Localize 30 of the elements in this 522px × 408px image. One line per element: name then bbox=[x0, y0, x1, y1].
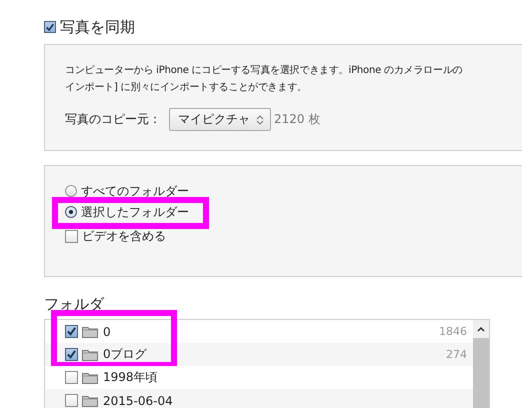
photo-count: 2120 枚 bbox=[274, 111, 320, 128]
folder-name: 1998年頃 bbox=[103, 369, 159, 386]
photo-count: 1846 bbox=[439, 325, 467, 338]
option-label: 選択したフォルダー bbox=[81, 204, 189, 220]
folder-checkbox[interactable] bbox=[65, 348, 78, 361]
folder-checkbox[interactable] bbox=[65, 371, 78, 384]
source-label: 写真のコピー元： bbox=[65, 111, 161, 128]
sync-label: 写真を同期 bbox=[60, 18, 135, 36]
option-label: すべてのフォルダー bbox=[81, 182, 189, 200]
scrollbar[interactable] bbox=[473, 320, 489, 408]
folder-checkbox[interactable] bbox=[65, 394, 78, 407]
source-dropdown[interactable]: マイピクチャ bbox=[169, 108, 271, 131]
folder-icon bbox=[82, 372, 98, 384]
photo-count: 274 bbox=[446, 348, 467, 361]
folder-icon bbox=[82, 394, 98, 406]
folder-icon bbox=[82, 326, 98, 338]
folder-icon bbox=[82, 348, 98, 360]
sync-checkbox[interactable] bbox=[44, 21, 56, 33]
folder-checkbox[interactable] bbox=[65, 325, 78, 338]
scroll-up-icon[interactable] bbox=[476, 325, 486, 333]
checkbox[interactable] bbox=[65, 230, 78, 242]
folder-name: 2015-06-04 bbox=[103, 394, 174, 408]
description-text: インポート] に別々にインポートすることができます。 bbox=[65, 81, 308, 95]
folder-name: 0 bbox=[103, 324, 112, 338]
option-label: ビデオを含める bbox=[82, 228, 166, 244]
radio-button[interactable] bbox=[65, 185, 77, 197]
description-text: コンピューターから iPhone にコピーする写真を選択できます。iPhone のカメラロールの bbox=[65, 64, 464, 78]
folder-name: 0ブログ bbox=[103, 346, 148, 363]
radio-button[interactable] bbox=[65, 206, 77, 218]
updown-icon bbox=[256, 114, 264, 126]
